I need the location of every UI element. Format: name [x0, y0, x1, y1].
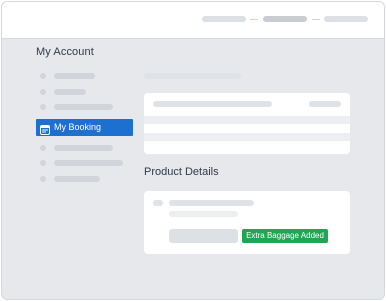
nav-pill[interactable] — [202, 16, 246, 22]
product-name-placeholder — [169, 200, 254, 206]
nav-separator — [312, 19, 320, 20]
sidebar-item-label — [54, 73, 95, 79]
bullet-icon — [40, 89, 46, 95]
sidebar-item-label — [54, 104, 113, 110]
top-bar — [2, 2, 384, 39]
sidebar-item-label: My Booking — [54, 122, 102, 132]
booking-title-placeholder — [153, 101, 272, 107]
product-subtitle-placeholder — [169, 211, 238, 217]
product-bullet-placeholder — [153, 200, 163, 206]
bullet-icon — [40, 160, 46, 166]
booking-card — [144, 93, 350, 154]
bullet-icon — [40, 104, 46, 110]
sidebar-item-label — [54, 145, 113, 151]
sidebar-item-label — [54, 160, 123, 166]
nav-separator — [250, 19, 258, 20]
booking-value-placeholder — [309, 101, 341, 107]
nav-pill[interactable] — [324, 16, 368, 22]
product-details-title: Product Details — [144, 166, 219, 178]
section-heading-placeholder — [144, 73, 241, 79]
booking-row-stripe — [144, 116, 350, 124]
calendar-icon — [40, 122, 50, 135]
bullet-icon — [40, 176, 46, 182]
booking-row-stripe — [144, 133, 350, 141]
nav-pill-active[interactable] — [263, 16, 307, 22]
product-action-button[interactable] — [169, 229, 238, 243]
product-card — [144, 191, 350, 254]
bullet-icon — [40, 145, 46, 151]
sidebar-item-label — [54, 176, 100, 182]
sidebar-item-label — [54, 89, 86, 95]
page-title: My Account — [36, 46, 94, 58]
bullet-icon — [40, 73, 46, 79]
app-window: My Account My Booking Product Details Ex… — [1, 1, 385, 300]
sidebar-item-my-booking[interactable]: My Booking — [36, 119, 133, 136]
status-badge: Extra Baggage Added — [242, 229, 328, 243]
